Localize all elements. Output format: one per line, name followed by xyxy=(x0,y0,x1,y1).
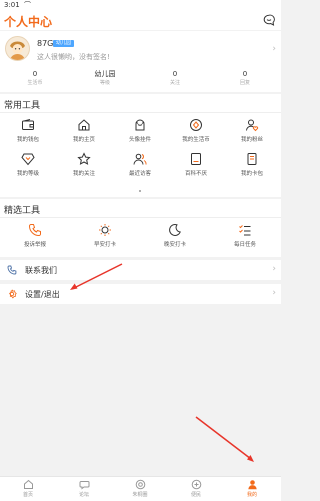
featured-tools-card: 精选工具 投诉举报 早安打卡 晚安打卡 每日任务 xyxy=(0,199,281,257)
profile-card[interactable]: 87G 幼儿园 这人很懒哟，没有签名! › 0 生活币 幼儿园 等级 0 关注 … xyxy=(0,31,281,92)
username: 87G xyxy=(37,39,54,48)
tool-label: 投诉举报 xyxy=(23,242,46,248)
section-title: 常用工具 xyxy=(4,101,41,111)
contact-us-row[interactable]: 联系我们 › xyxy=(0,260,281,280)
chevron-right-icon: › xyxy=(272,264,276,274)
chevron-right-icon: › xyxy=(272,288,276,298)
card-icon xyxy=(247,153,257,165)
tool-daily-tasks[interactable]: 每日任务 xyxy=(217,223,273,248)
tab-profile[interactable]: 我的 xyxy=(224,479,280,498)
home-icon xyxy=(78,119,90,131)
level-badge: 幼儿园 xyxy=(53,40,75,47)
tab-label: 我的 xyxy=(246,492,257,498)
menu-label: 联系我们 xyxy=(25,266,57,275)
tab-label: 首页 xyxy=(22,492,33,498)
tool-report[interactable]: 投诉举报 xyxy=(7,223,63,248)
tab-forum[interactable]: 论坛 xyxy=(56,479,112,498)
divider xyxy=(0,112,281,113)
page-title: 个人中心 xyxy=(4,15,53,29)
stat-value: 0 xyxy=(32,70,38,78)
book-icon xyxy=(191,153,201,165)
contact-icon xyxy=(7,265,17,275)
divider xyxy=(0,217,281,218)
tool-following[interactable]: 我的关注 xyxy=(56,152,112,177)
tool-label: 我的生活币 xyxy=(182,137,210,143)
tool-coins[interactable]: 我的生活币 xyxy=(168,118,224,143)
profile-stats: 0 生活币 幼儿园 等级 0 关注 0 回复 xyxy=(0,70,281,90)
stat-label: 回复 xyxy=(239,80,250,86)
wallet-icon xyxy=(22,119,34,130)
star-icon xyxy=(77,152,91,165)
tool-label: 我的粉丝 xyxy=(240,137,263,143)
tool-label: 我的卡包 xyxy=(240,171,263,177)
tool-night-checkin[interactable]: 晚安打卡 xyxy=(147,223,203,248)
menu-label: 设置/退出 xyxy=(25,290,60,299)
bottom-tab-bar: 首页 论坛 朱桐圈 便民 我的 xyxy=(0,476,281,501)
tool-label: 每日任务 xyxy=(233,242,256,248)
tool-label: 最近访客 xyxy=(128,171,151,177)
settings-icon xyxy=(9,289,17,299)
forum-tab-icon xyxy=(79,481,89,490)
home-tab-icon xyxy=(23,479,33,489)
tab-circle[interactable]: 朱桐圈 xyxy=(112,479,168,498)
tool-label: 我的等级 xyxy=(16,171,39,177)
status-time: 3:01 xyxy=(4,1,20,9)
tool-wallet[interactable]: 我的钱包 xyxy=(0,118,56,143)
stat-value: 0 xyxy=(242,70,248,78)
tool-fans[interactable]: 我的粉丝 xyxy=(224,118,280,143)
tool-avatar-frame[interactable]: 头像挂件 xyxy=(112,118,168,143)
coin-icon xyxy=(190,119,202,131)
tool-morning-checkin[interactable]: 早安打卡 xyxy=(77,223,133,248)
tab-label: 论坛 xyxy=(78,492,89,498)
visitors-icon xyxy=(133,153,147,165)
tab-label: 便民 xyxy=(190,492,201,498)
signature: 这人很懒哟，没有签名! xyxy=(37,53,110,61)
tool-label: 我的主页 xyxy=(72,137,95,143)
section-title: 精选工具 xyxy=(4,206,41,216)
tool-level[interactable]: 我的等级 xyxy=(0,152,56,177)
stat-coins[interactable]: 0 生活币 xyxy=(7,70,63,87)
status-bar: 3:01 ⌒ xyxy=(0,0,281,11)
chat-icon[interactable] xyxy=(263,14,275,26)
stat-label: 生活币 xyxy=(27,80,43,86)
stat-following[interactable]: 0 关注 xyxy=(147,70,203,87)
tool-label: 百科不厌 xyxy=(184,171,207,177)
avatar-frame-icon xyxy=(135,119,145,131)
tool-label: 晚安打卡 xyxy=(163,242,186,248)
tool-card-pack[interactable]: 我的卡包 xyxy=(224,152,280,177)
chevron-right-icon: › xyxy=(272,44,276,54)
profile-tab-icon xyxy=(247,480,257,490)
page-indicator xyxy=(139,190,141,192)
moon-icon xyxy=(169,223,181,236)
tool-homepage[interactable]: 我的主页 xyxy=(56,118,112,143)
tab-label: 朱桐圈 xyxy=(132,492,148,498)
tab-service[interactable]: 便民 xyxy=(168,479,224,498)
avatar[interactable] xyxy=(5,36,30,61)
header: 个人中心 xyxy=(0,11,281,30)
stat-label: 等级 xyxy=(99,80,110,86)
settings-logout-row[interactable]: 设置/退出 › xyxy=(0,284,281,304)
phone-icon xyxy=(28,224,41,237)
fans-icon xyxy=(246,119,259,132)
sun-icon xyxy=(99,224,111,236)
stat-label: 关注 xyxy=(169,80,180,86)
stat-replies[interactable]: 0 回复 xyxy=(217,70,273,87)
common-tools-card: 常用工具 我的钱包 我的主页 头像挂件 我的生活币 我的粉丝 我的等级 我的关注… xyxy=(0,94,281,197)
service-tab-icon xyxy=(191,479,201,490)
notification-icon: ⌒ xyxy=(24,1,31,9)
checklist-icon xyxy=(239,225,251,236)
tool-label: 我的钱包 xyxy=(16,137,39,143)
diamond-icon xyxy=(21,153,35,166)
tool-visitors[interactable]: 最近访客 xyxy=(112,152,168,177)
tool-label: 早安打卡 xyxy=(93,242,116,248)
tool-label: 我的关注 xyxy=(72,171,95,177)
tab-home[interactable]: 首页 xyxy=(0,479,56,498)
stat-level[interactable]: 幼儿园 等级 xyxy=(77,70,133,87)
tool-label: 头像挂件 xyxy=(128,137,151,143)
stat-value: 幼儿园 xyxy=(94,70,116,78)
circle-tab-icon xyxy=(135,479,145,490)
tool-encyclopedia[interactable]: 百科不厌 xyxy=(168,152,224,177)
stat-value: 0 xyxy=(172,70,178,78)
